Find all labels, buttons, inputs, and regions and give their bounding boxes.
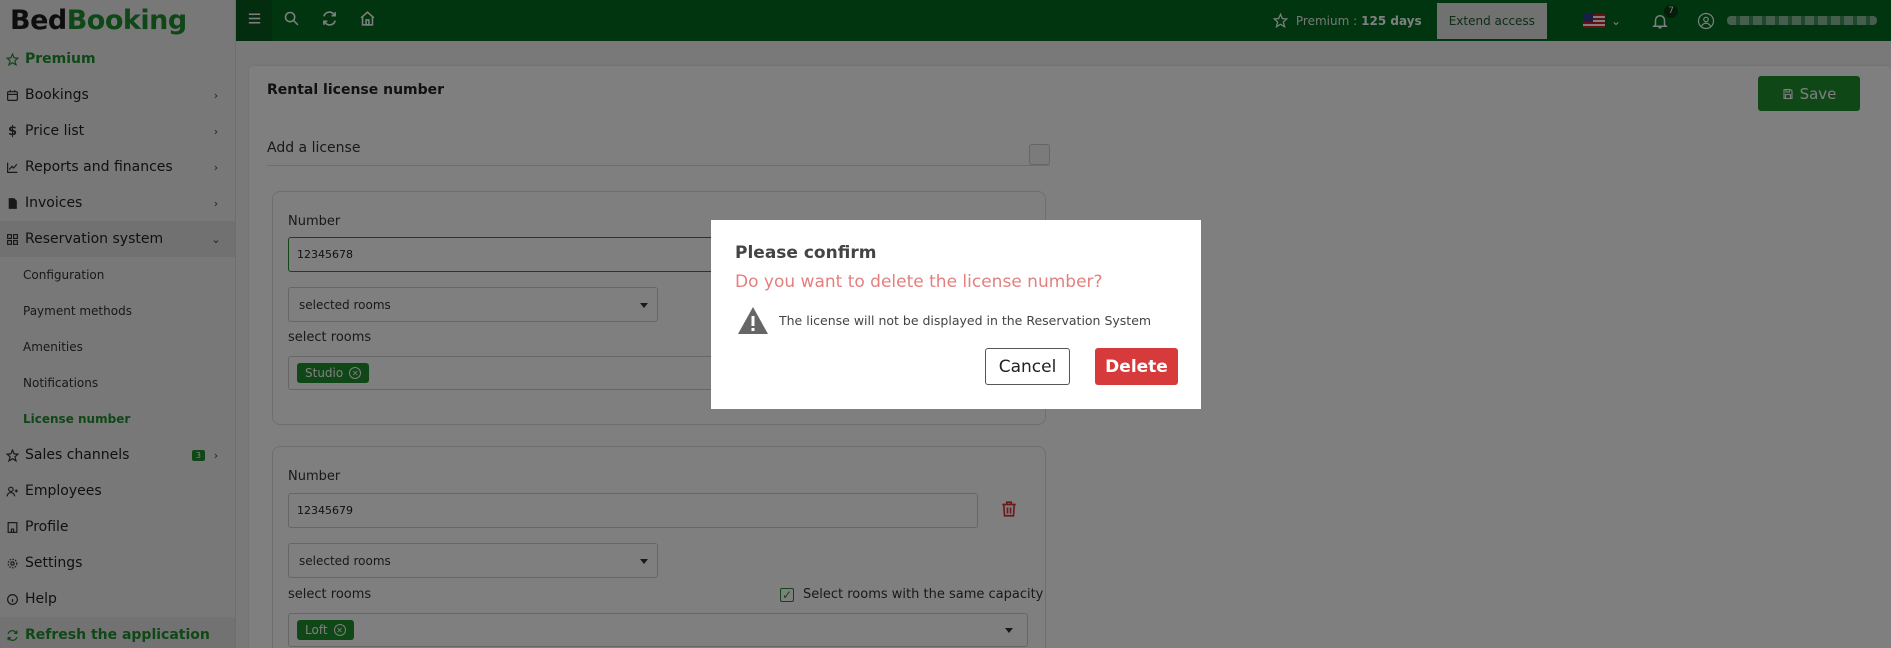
dialog-warning-text: The license will not be displayed in the… xyxy=(779,313,1152,328)
dialog-warning: The license will not be displayed in the… xyxy=(737,306,1151,335)
delete-button[interactable]: Delete xyxy=(1095,348,1178,385)
warning-icon xyxy=(738,307,768,334)
confirm-dialog: Please confirm Do you want to delete the… xyxy=(711,220,1201,409)
dialog-question: Do you want to delete the license number… xyxy=(735,272,1103,292)
dialog-title: Please confirm xyxy=(735,243,877,263)
cancel-button[interactable]: Cancel xyxy=(985,348,1070,385)
